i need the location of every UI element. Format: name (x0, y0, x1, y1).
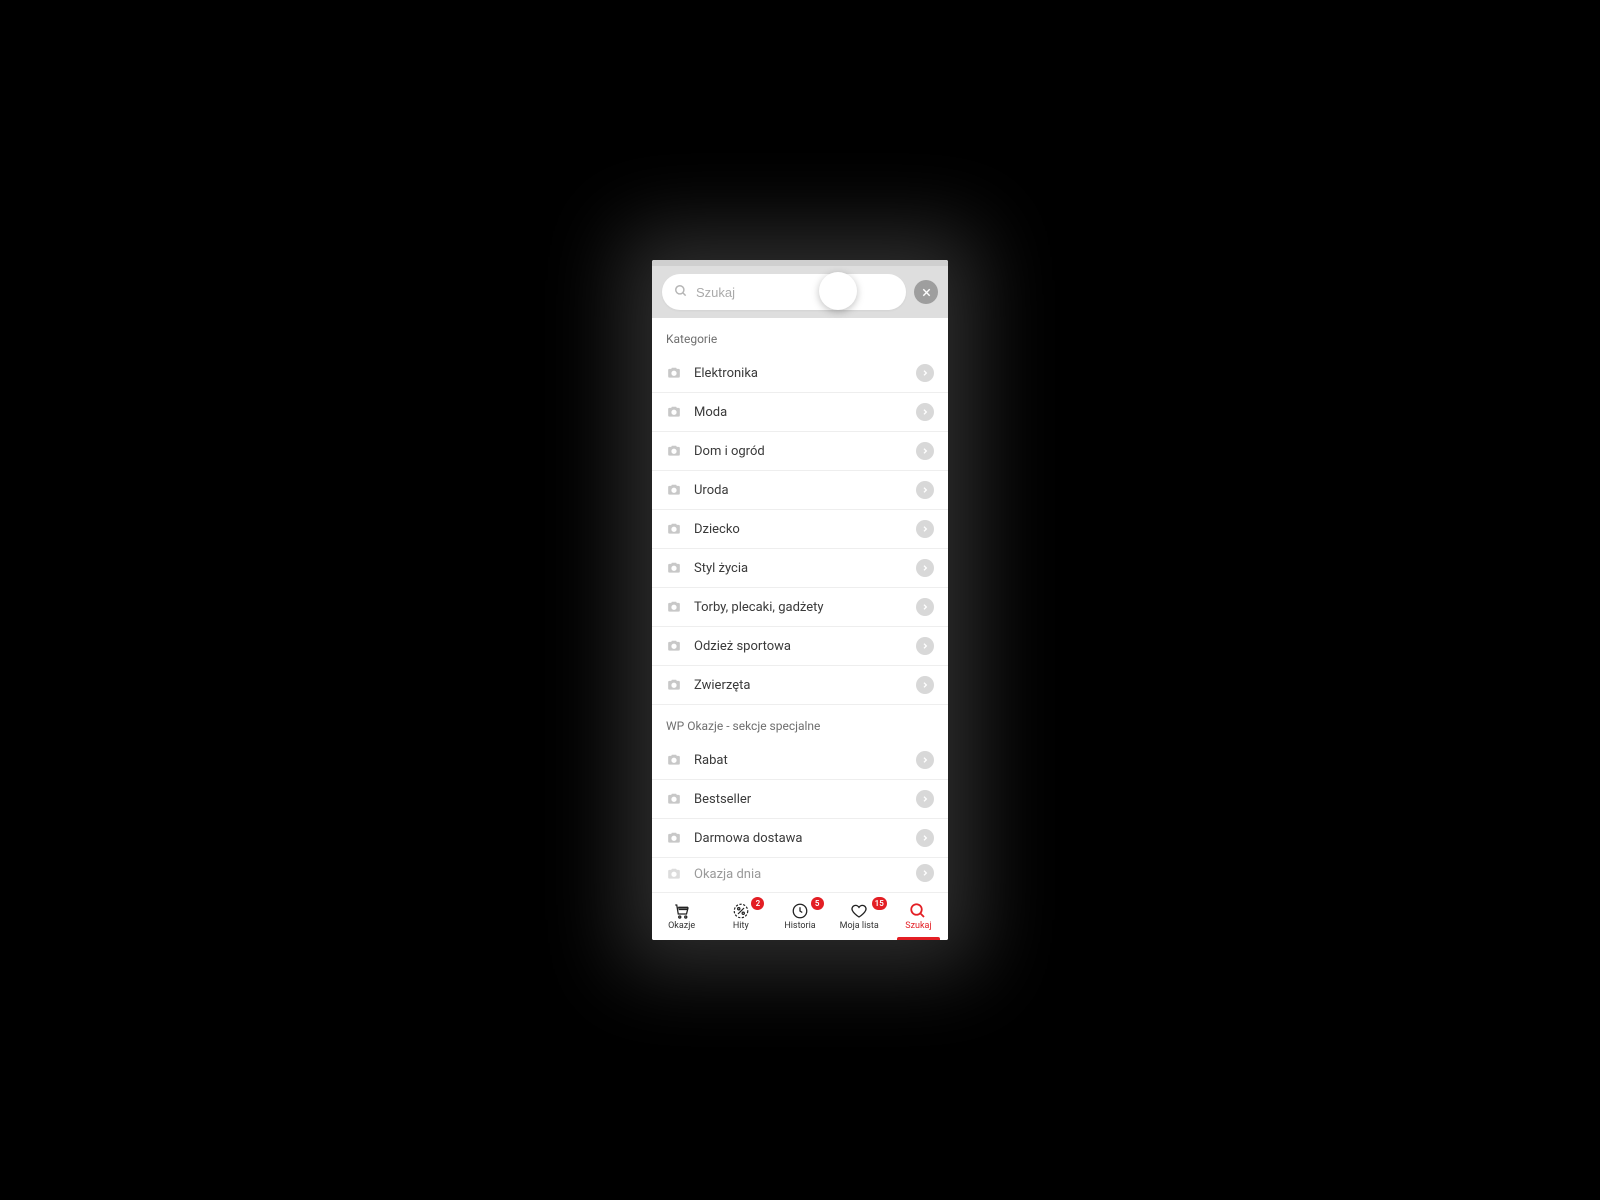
category-icon (666, 521, 682, 537)
touch-indicator (819, 272, 857, 310)
category-icon (666, 404, 682, 420)
search-icon (674, 283, 688, 302)
chevron-right-icon (916, 442, 934, 460)
category-label: Bestseller (694, 792, 904, 807)
percent-icon (732, 902, 750, 920)
category-label: Okazja dnia (694, 867, 904, 882)
nav-label: Moja lista (840, 921, 879, 931)
category-row-moda[interactable]: Moda (652, 393, 948, 432)
category-label: Zwierzęta (694, 678, 904, 693)
clock-icon (791, 902, 809, 920)
nav-historia[interactable]: 5 Historia (770, 893, 829, 940)
category-row-zwierzeta[interactable]: Zwierzęta (652, 666, 948, 705)
category-label: Moda (694, 405, 904, 420)
category-label: Dom i ogród (694, 444, 904, 459)
category-row-dom[interactable]: Dom i ogród (652, 432, 948, 471)
cart-icon (673, 902, 691, 920)
category-icon (666, 365, 682, 381)
chevron-right-icon (916, 864, 934, 882)
category-icon (666, 677, 682, 693)
category-row-elektronika[interactable]: Elektronika (652, 354, 948, 393)
category-icon (666, 599, 682, 615)
category-icon (666, 443, 682, 459)
category-row-torby[interactable]: Torby, plecaki, gadżety (652, 588, 948, 627)
heart-icon (850, 902, 868, 920)
search-field[interactable] (662, 274, 906, 310)
section-header-categories: Kategorie (652, 318, 948, 354)
chevron-right-icon (916, 520, 934, 538)
chevron-right-icon (916, 637, 934, 655)
special-row-okazja[interactable]: Okazja dnia (652, 858, 948, 884)
special-row-bestseller[interactable]: Bestseller (652, 780, 948, 819)
chevron-right-icon (916, 481, 934, 499)
category-label: Odzież sportowa (694, 639, 904, 654)
category-icon (666, 830, 682, 846)
nav-label: Szukaj (905, 921, 931, 931)
nav-label: Okazje (668, 921, 695, 931)
category-icon (666, 752, 682, 768)
category-label: Rabat (694, 753, 904, 768)
category-icon (666, 482, 682, 498)
chevron-right-icon (916, 403, 934, 421)
category-label: Dziecko (694, 522, 904, 537)
search-input[interactable] (696, 285, 894, 300)
category-row-odziez[interactable]: Odzież sportowa (652, 627, 948, 666)
chevron-right-icon (916, 559, 934, 577)
category-row-dziecko[interactable]: Dziecko (652, 510, 948, 549)
nav-szukaj[interactable]: Szukaj (889, 893, 948, 940)
nav-hity[interactable]: 2 Hity (711, 893, 770, 940)
category-label: Elektronika (694, 366, 904, 381)
chevron-right-icon (916, 676, 934, 694)
nav-okazje[interactable]: Okazje (652, 893, 711, 940)
category-label: Darmowa dostawa (694, 831, 904, 846)
nav-badge: 2 (751, 897, 764, 910)
special-row-rabat[interactable]: Rabat (652, 741, 948, 780)
category-icon (666, 791, 682, 807)
category-row-styl[interactable]: Styl życia (652, 549, 948, 588)
category-label: Torby, plecaki, gadżety (694, 600, 904, 615)
category-row-uroda[interactable]: Uroda (652, 471, 948, 510)
nav-label: Hity (733, 921, 749, 931)
phone-frame: Kategorie Elektronika Moda Dom i ogród U… (652, 260, 948, 940)
nav-badge: 5 (811, 897, 824, 910)
chevron-right-icon (916, 598, 934, 616)
chevron-right-icon (916, 829, 934, 847)
chevron-right-icon (916, 751, 934, 769)
section-header-specials: WP Okazje - sekcje specjalne (652, 705, 948, 741)
category-icon (666, 638, 682, 654)
category-icon (666, 560, 682, 576)
search-icon (909, 902, 927, 920)
nav-label: Historia (784, 921, 815, 931)
category-label: Uroda (694, 483, 904, 498)
category-label: Styl życia (694, 561, 904, 576)
nav-badge: 15 (872, 897, 887, 910)
nav-mojalista[interactable]: 15 Moja lista (830, 893, 889, 940)
bottom-nav: Okazje 2 Hity 5 Historia 15 Moja lista (652, 892, 948, 940)
search-bar (652, 266, 948, 318)
close-search-button[interactable] (914, 280, 938, 304)
scroll-container[interactable]: Kategorie Elektronika Moda Dom i ogród U… (652, 318, 948, 892)
chevron-right-icon (916, 790, 934, 808)
category-icon (666, 866, 682, 882)
chevron-right-icon (916, 364, 934, 382)
special-row-dostawa[interactable]: Darmowa dostawa (652, 819, 948, 858)
